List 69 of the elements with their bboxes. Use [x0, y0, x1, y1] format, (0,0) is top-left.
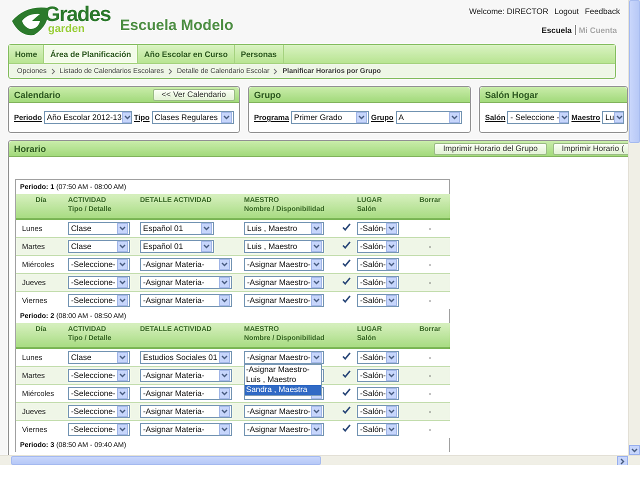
logo-tagline: garden — [48, 24, 85, 35]
select-field[interactable]: -Asignar Maestro- — [244, 258, 324, 270]
account-link[interactable]: Escuela — [538, 26, 575, 34]
select-field[interactable]: -Salón- — [357, 240, 399, 252]
print-button[interactable]: Imprimir Horario del Grupo — [434, 142, 547, 154]
select-field[interactable]: Clase — [68, 222, 130, 235]
vertical-scrollbar[interactable] — [628, 0, 640, 455]
panel-title: Calendario — [14, 90, 61, 100]
select-field[interactable]: Español 01 — [140, 222, 214, 235]
select-field[interactable]: -Seleccione- — [68, 386, 130, 400]
dropdown-arrow-icon — [614, 112, 624, 123]
select-field[interactable]: -Asignar Materia- — [140, 368, 232, 382]
select-field[interactable]: -Salón- — [357, 294, 399, 307]
select-field[interactable]: Clase — [68, 350, 130, 364]
horizontal-scrollbar[interactable] — [0, 455, 640, 465]
select-field[interactable]: -Asignar Materia- — [140, 386, 232, 400]
select-field[interactable]: -Salón- — [357, 404, 399, 418]
select-field[interactable]: -Salón- — [357, 276, 399, 288]
select-field[interactable]: -Seleccione- — [68, 368, 130, 382]
select-field[interactable]: -Asignar Materia- — [140, 422, 232, 436]
select-field[interactable]: -Asignar Maestro- — [244, 276, 324, 288]
nav-tab[interactable]: Año Escolar en Curso — [138, 45, 235, 63]
dropdown-option[interactable]: Sandra , Maestra — [245, 385, 321, 395]
select-field[interactable]: -Asignar Maestro- — [244, 404, 324, 418]
select-field[interactable]: Lu — [602, 111, 624, 124]
select-field[interactable]: -Seleccione- — [68, 422, 130, 436]
panel-title: Salón Hogar — [485, 90, 538, 100]
welcome-text: Welcome: DIRECTOR — [469, 7, 548, 16]
select-field[interactable]: -Salón- — [357, 422, 399, 436]
select-field[interactable]: Estudios Sociales 01 — [140, 350, 232, 364]
select-field[interactable]: Luis , Maestro — [244, 240, 324, 252]
select-field[interactable]: -Salón- — [357, 222, 399, 235]
select-field[interactable]: Año Escolar 2012-13 — [44, 111, 132, 124]
panel-title: Horario — [14, 144, 46, 154]
dropdown-arrow-icon — [559, 112, 568, 123]
select-field[interactable]: -Asignar Maestro- — [244, 294, 324, 307]
select-field[interactable]: - Seleccione - — [507, 111, 570, 124]
school-name: Escuela Modelo — [120, 17, 234, 34]
select-field[interactable]: -Asignar Materia- — [140, 294, 232, 307]
dropdown-arrow-icon — [122, 112, 131, 123]
nav-tab[interactable]: Área de Planificación — [44, 45, 138, 63]
select-field[interactable]: Clase — [68, 240, 130, 252]
nav-tab[interactable]: Personas — [234, 45, 284, 63]
select-field[interactable]: Luis , Maestro — [244, 222, 324, 235]
select-field[interactable]: Español 01 — [140, 240, 214, 252]
select-field[interactable]: Primer Grado — [291, 111, 370, 124]
select-field[interactable]: -Seleccione- — [68, 294, 130, 307]
select-field[interactable]: -Asignar Materia- — [140, 276, 232, 288]
chevron-right-icon — [273, 68, 278, 74]
select-field[interactable]: -Salón- — [357, 386, 399, 400]
select-field[interactable]: Clases Regulares — [152, 111, 234, 124]
chevron-right-icon — [50, 68, 56, 74]
select-field[interactable]: A — [396, 111, 462, 124]
view-calendar-button[interactable]: << Ver Calendario — [152, 88, 235, 100]
print-button[interactable]: Imprimir Horario ( — [552, 142, 628, 154]
panel-title: Grupo — [254, 90, 281, 100]
chevron-right-icon — [168, 68, 173, 74]
select-field[interactable]: -Asignar Maestro- — [244, 350, 324, 364]
header-link[interactable]: Logout — [554, 7, 579, 16]
select-field[interactable]: -Seleccione- — [68, 276, 130, 288]
select-field[interactable]: -Salón- — [357, 350, 399, 364]
select-field[interactable]: -Asignar Materia- — [140, 258, 232, 270]
select-field[interactable]: -Seleccione- — [68, 404, 130, 418]
header-link[interactable]: Feedback — [584, 7, 620, 16]
select-field[interactable]: -Asignar Maestro- — [244, 422, 324, 436]
select-field[interactable]: -Salón- — [357, 258, 399, 270]
select-field[interactable]: -Seleccione- — [68, 258, 130, 270]
select-field[interactable]: -Salón- — [357, 368, 399, 382]
select-field[interactable]: -Asignar Materia- — [140, 404, 232, 418]
